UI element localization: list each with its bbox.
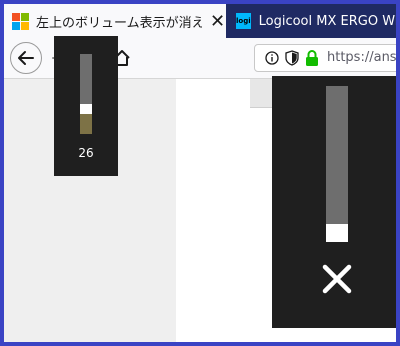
mute-x-icon (322, 264, 352, 294)
tab-close-icon[interactable]: ✕ (210, 11, 225, 32)
volume-thumb-large (326, 224, 348, 242)
volume-track-large (326, 86, 348, 242)
volume-thumb (80, 104, 92, 114)
back-button[interactable] (10, 42, 42, 74)
logitech-icon: logi (236, 13, 251, 29)
address-bar[interactable]: https://answ (254, 44, 396, 72)
volume-level-text: 26 (78, 146, 94, 160)
tab-inactive[interactable]: logi Logicool MX ERGO Wireless (226, 4, 396, 38)
volume-osd-large (272, 76, 396, 328)
lock-icon[interactable] (305, 49, 319, 67)
tab-active-title: 左上のボリューム表示が消えた。 - (36, 15, 202, 31)
volume-osd-small: 26 (54, 36, 118, 176)
tab-active[interactable]: 左上のボリューム表示が消えた。 - ✕ (4, 4, 226, 38)
volume-fill (80, 114, 92, 134)
tab-strip: 左上のボリューム表示が消えた。 - ✕ logi Logicool MX ERG… (4, 4, 396, 38)
shield-icon[interactable] (285, 50, 299, 66)
back-arrow-icon (18, 51, 34, 65)
info-icon[interactable] (265, 51, 279, 65)
url-text: https://answ (327, 50, 396, 65)
tab-inactive-title: Logicool MX ERGO Wireless (258, 13, 396, 29)
microsoft-logo-icon (12, 13, 29, 30)
browser-window: 左上のボリューム表示が消えた。 - ✕ logi Logicool MX ERG… (4, 4, 396, 342)
